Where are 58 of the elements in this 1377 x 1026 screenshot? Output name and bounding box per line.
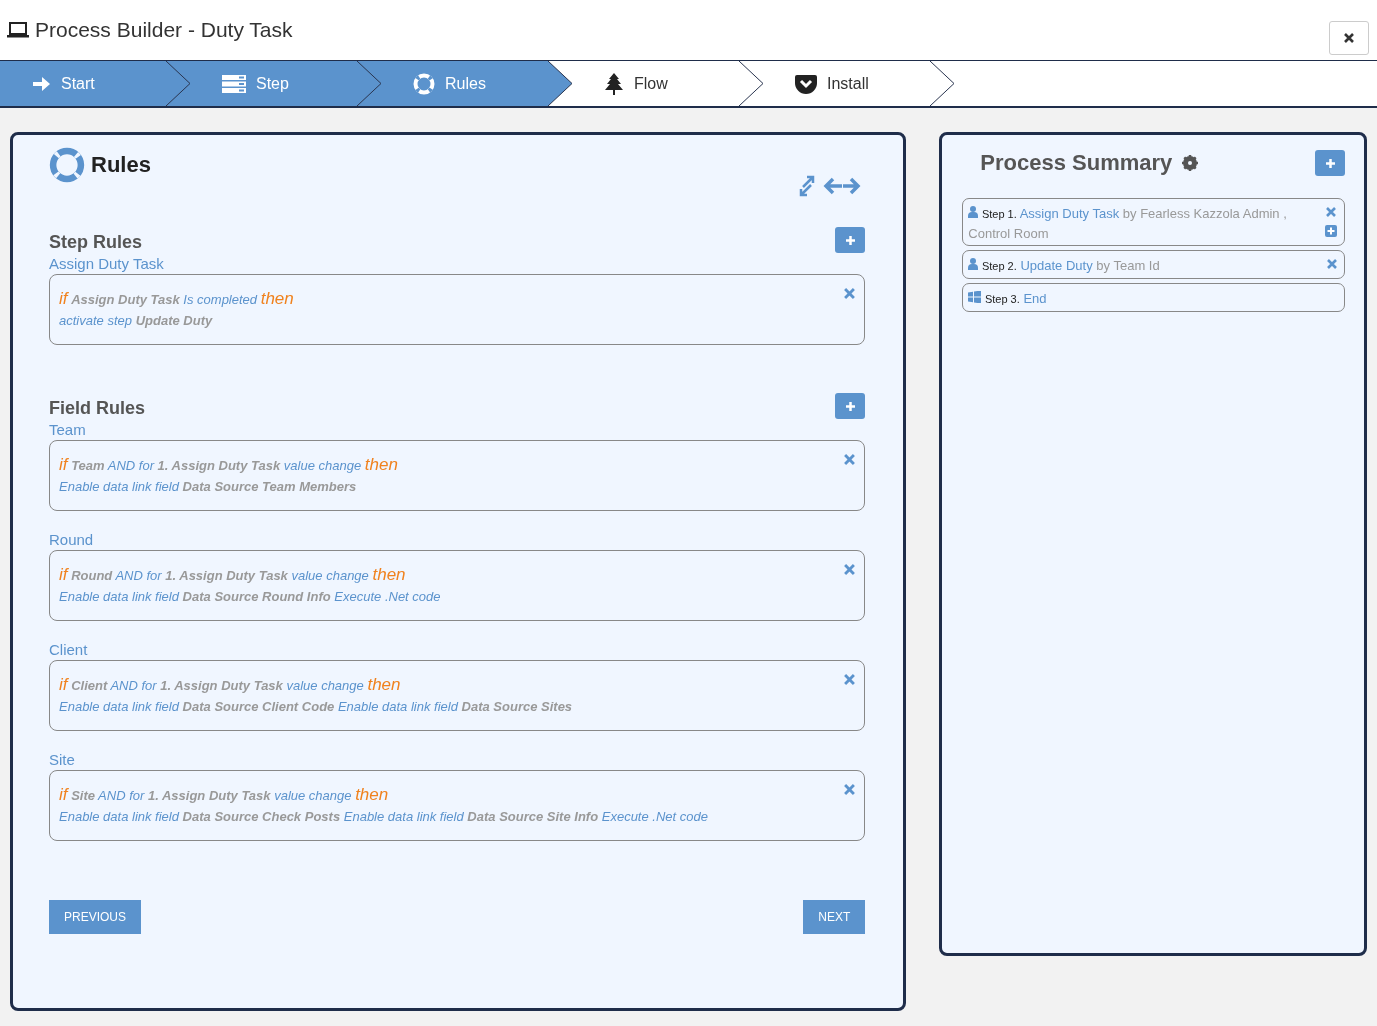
panel-title: Process Summary [980, 150, 1173, 176]
window-title: Process Builder - Duty Task [35, 18, 294, 42]
lifering-icon [413, 72, 435, 95]
panel-title: Rules [91, 152, 151, 178]
summary-step[interactable]: Step 3. End [962, 283, 1345, 312]
close-icon [1344, 32, 1354, 43]
server-icon [222, 74, 246, 93]
close-icon [844, 454, 856, 465]
section-heading: Field Rules [49, 398, 146, 419]
close-icon [1327, 259, 1337, 269]
close-icon [844, 564, 856, 575]
tree-icon [604, 72, 624, 95]
step-text: Step 3. End [968, 291, 1047, 306]
rule-text: activate step Update Duty [59, 312, 214, 330]
add-button[interactable] [1325, 225, 1337, 240]
delete-rule-button[interactable] [844, 673, 856, 688]
plus-square-icon [1325, 225, 1337, 237]
rule-text: if Round AND for 1. Assign Duty Task value change then [59, 564, 407, 586]
rule-group-label: Client [49, 641, 89, 658]
section-heading: Step Rules [49, 232, 143, 253]
delete-rule-button[interactable] [844, 783, 856, 798]
plus-icon [1325, 158, 1335, 168]
rule-text: Enable data link field Data Source Check Posts Enable data link field Data Source Site Info Execute .Net code [59, 808, 709, 826]
delete-rule-button[interactable] [844, 563, 856, 578]
rule-text: Enable data link field Data Source Team Members [59, 478, 358, 496]
step-text: Step 1. Assign Duty Task by Fearless Kazzola Admin , Control Room [968, 206, 1287, 241]
close-icon [844, 288, 856, 299]
summary-step[interactable]: Step 1. Assign Duty Task by Fearless Kazzola Admin , Control Room [962, 198, 1345, 246]
plus-icon [845, 401, 855, 411]
add-rule-button[interactable] [835, 227, 866, 253]
lifering-icon [49, 147, 85, 183]
laptop-icon [7, 22, 29, 38]
summary-step[interactable]: Step 2. Update Duty by Team Id [962, 250, 1345, 279]
rule-text: Enable data link field Data Source Client Code Enable data link field Data Source Sites [59, 698, 574, 716]
close-icon [844, 784, 856, 795]
rule-text: if Assign Duty Task Is completed then [59, 288, 295, 310]
close-icon [1326, 207, 1336, 217]
rule-group-label: Team [49, 421, 87, 438]
user-icon [968, 258, 979, 270]
rule-group-label: Site [49, 751, 76, 768]
step-text: Step 2. Update Duty by Team Id [968, 258, 1160, 273]
add-rule-button[interactable] [835, 393, 866, 419]
delete-rule-button[interactable] [844, 287, 856, 302]
check-shield-icon [795, 73, 817, 94]
delete-rule-button[interactable] [844, 453, 856, 468]
rule-text: Enable data link field Data Source Round Info Execute .Net code [59, 588, 442, 606]
rule-text: if Team AND for 1. Assign Duty Task value change then [59, 454, 399, 476]
close-icon [844, 674, 856, 685]
rule-group-label: Round [49, 531, 95, 548]
gear-icon[interactable] [1182, 155, 1199, 171]
rule-group-label: Assign Duty Task [49, 255, 165, 272]
add-step-button[interactable] [1315, 150, 1345, 176]
windows-icon [968, 291, 982, 303]
close-button[interactable] [1329, 20, 1369, 55]
rule-text: if Client AND for 1. Assign Duty Task value change then [59, 674, 402, 696]
plus-icon [845, 235, 855, 245]
user-icon [968, 206, 979, 218]
rule-text: if Site AND for 1. Assign Duty Task value change then [59, 784, 390, 806]
